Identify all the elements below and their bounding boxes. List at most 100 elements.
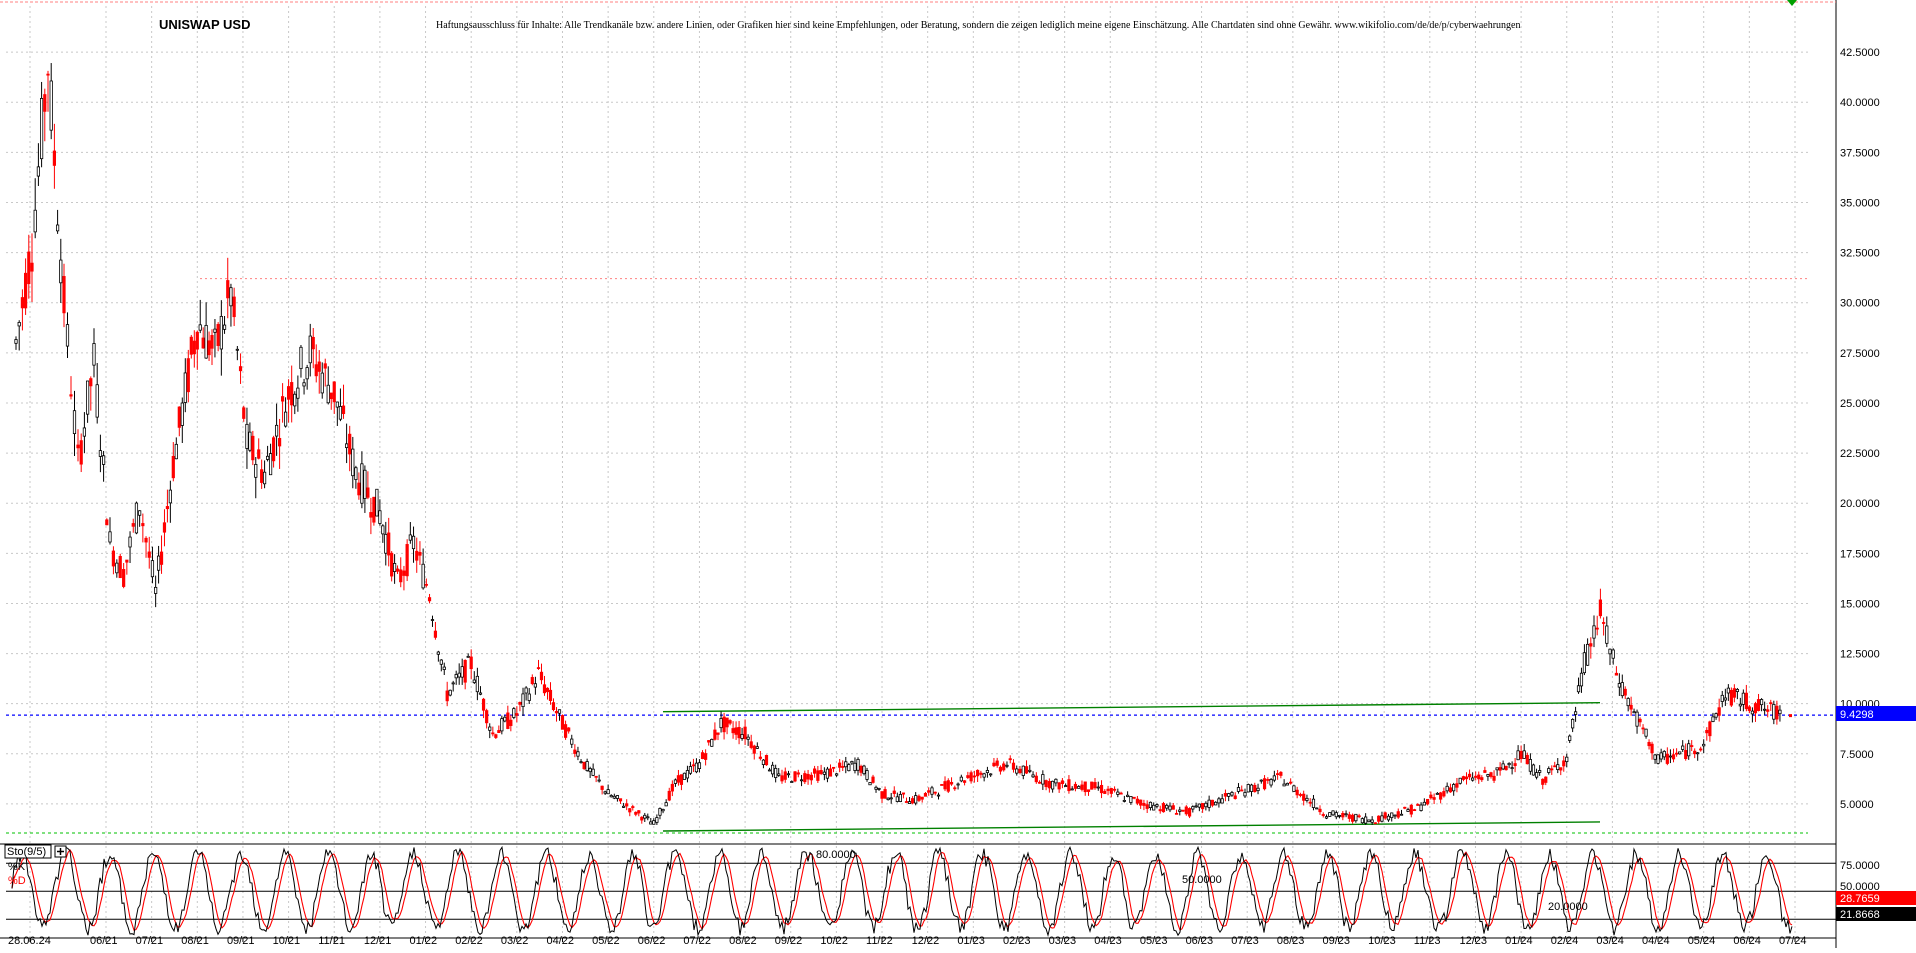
candle-body — [1723, 697, 1727, 701]
candle-body — [615, 795, 620, 799]
candle-body — [612, 795, 616, 799]
candle-body — [1073, 783, 1078, 789]
candle-body — [1753, 703, 1758, 714]
candle-body — [1778, 709, 1782, 715]
xtick-label: 02/22 — [455, 935, 483, 947]
candle-body — [588, 768, 592, 773]
current-price-pill: 9.4298 — [1836, 706, 1916, 721]
candle-body — [283, 411, 288, 427]
candle-body — [618, 798, 623, 802]
candle-body — [245, 423, 249, 449]
xtick-label: 02/23 — [1003, 935, 1031, 947]
candle-body — [424, 583, 428, 586]
candle-body — [329, 392, 333, 400]
candle-body — [1729, 689, 1733, 706]
candle-body — [36, 166, 41, 177]
d-value: 28.7659 — [1840, 893, 1880, 905]
candle-body — [1602, 622, 1606, 624]
candle-body — [1442, 791, 1446, 797]
candle-body — [576, 751, 580, 757]
candle-body — [478, 692, 483, 695]
price-chart-svg[interactable]: 42.5000 40.0000 37.5000 35.0000 32.5000 30.00… — [0, 0, 1916, 948]
candle-body — [1668, 755, 1673, 758]
candle-body — [390, 552, 394, 577]
scroll-marker-icon[interactable] — [1787, 0, 1797, 6]
candle-body — [1276, 773, 1280, 776]
candle-body — [895, 796, 899, 802]
candle-body — [1641, 727, 1645, 730]
candle-body — [752, 745, 756, 754]
candle-body — [360, 463, 364, 504]
candle-body — [530, 677, 534, 685]
candle-body — [621, 805, 626, 808]
candle-body — [1064, 785, 1068, 787]
xtick-label: 05/23 — [1140, 935, 1168, 947]
candle-layer — [14, 63, 1792, 825]
candle-body — [673, 779, 678, 784]
candle-body — [1112, 788, 1117, 791]
candle-body — [1464, 776, 1469, 780]
candle-body — [268, 453, 273, 476]
ytick-label: 25.0000 — [1840, 398, 1880, 410]
candle-body — [719, 718, 723, 729]
candle-body — [676, 775, 681, 783]
candle-body — [1708, 721, 1712, 737]
candle-body — [59, 259, 63, 284]
candle-body — [728, 720, 732, 724]
candle-body — [408, 534, 412, 541]
candle-body — [1665, 753, 1669, 764]
candle-body — [582, 761, 586, 770]
candle-body — [597, 779, 601, 782]
xtick-label: 09/21 — [227, 935, 255, 947]
xtick-label: 12/23 — [1459, 935, 1487, 947]
sto-panel-label: Sto(9/5) — [7, 846, 46, 858]
candle-body — [1678, 751, 1682, 755]
xtick-label: 07/21 — [136, 935, 164, 947]
candle-body — [354, 467, 358, 480]
candle-body — [838, 762, 842, 768]
candle-body — [466, 655, 470, 658]
candle-body — [1311, 798, 1316, 808]
candle-body — [302, 382, 306, 387]
candle-body — [628, 808, 632, 813]
candle-body — [1425, 798, 1430, 805]
candle-body — [652, 820, 656, 825]
candle-body — [183, 372, 187, 403]
candle-body — [1510, 767, 1514, 770]
candle-body — [812, 768, 817, 774]
candle-body — [940, 784, 944, 786]
candle-body — [1077, 786, 1081, 789]
candle-body — [923, 793, 928, 797]
xtick-label: 08/22 — [729, 935, 757, 947]
level-50-label: 50.0000 — [1182, 874, 1222, 886]
candle-body — [904, 801, 909, 803]
candle-body — [1608, 648, 1612, 655]
candle-body — [20, 297, 25, 309]
candle-body — [1495, 767, 1499, 771]
candle-body — [222, 324, 227, 330]
candle-body — [1236, 787, 1241, 792]
candle-body — [1559, 767, 1563, 771]
candle-body — [774, 767, 778, 778]
candle-body — [134, 502, 139, 534]
candle-body — [257, 449, 261, 459]
candle-body — [907, 801, 912, 804]
candle-body — [1357, 815, 1361, 818]
candle-body — [536, 667, 541, 669]
candle-body — [749, 741, 753, 748]
candle-body — [1409, 804, 1413, 815]
candle-body — [171, 455, 175, 479]
xtick-label: 04/22 — [546, 935, 574, 947]
candle-body — [1240, 789, 1244, 792]
candle-body — [1699, 748, 1703, 751]
candle-body — [707, 740, 711, 743]
candle-body — [138, 510, 142, 516]
candle-body — [384, 533, 388, 554]
candle-body — [451, 682, 455, 685]
candle-body — [803, 773, 807, 783]
candle-body — [880, 791, 884, 799]
candle-body — [1106, 788, 1110, 791]
candle-body — [72, 410, 77, 435]
candle-body — [1538, 770, 1542, 773]
candle-body — [682, 772, 687, 780]
